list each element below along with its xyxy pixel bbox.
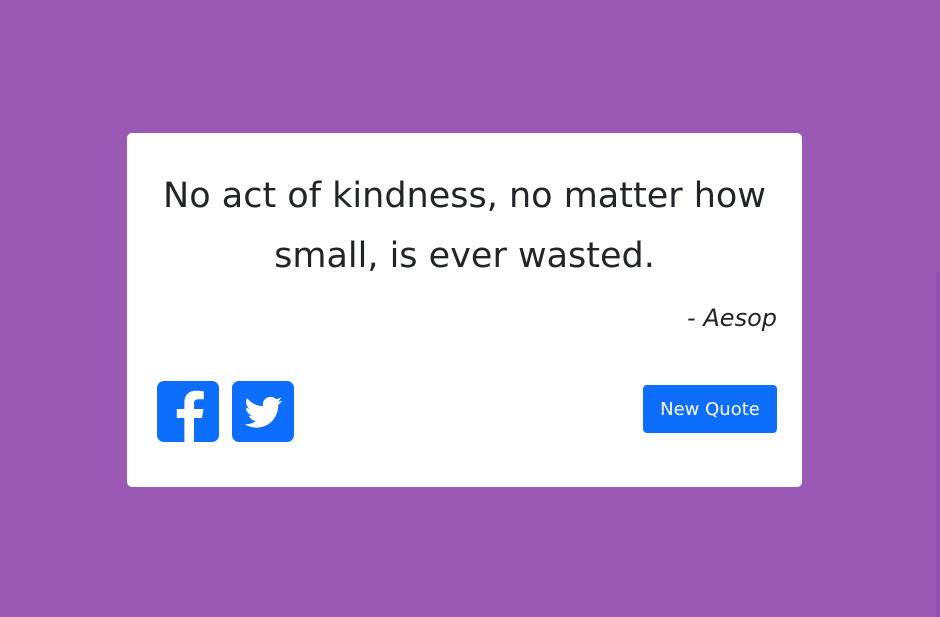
facebook-icon	[176, 390, 204, 442]
quote-author: - Aesop	[687, 301, 777, 335]
twitter-icon	[244, 396, 282, 428]
share-facebook-button[interactable]	[157, 381, 219, 442]
share-twitter-button[interactable]	[232, 381, 294, 442]
quote-box: No act of kindness, no matter how small,…	[127, 133, 802, 487]
author-dash: -	[687, 304, 704, 332]
quote-text: No act of kindness, no matter how small,…	[163, 176, 766, 276]
share-buttons	[157, 381, 294, 442]
scrollbar-thumb[interactable]	[936, 272, 940, 617]
author-name: Aesop	[703, 304, 777, 332]
new-quote-button[interactable]: New Quote	[643, 385, 777, 433]
